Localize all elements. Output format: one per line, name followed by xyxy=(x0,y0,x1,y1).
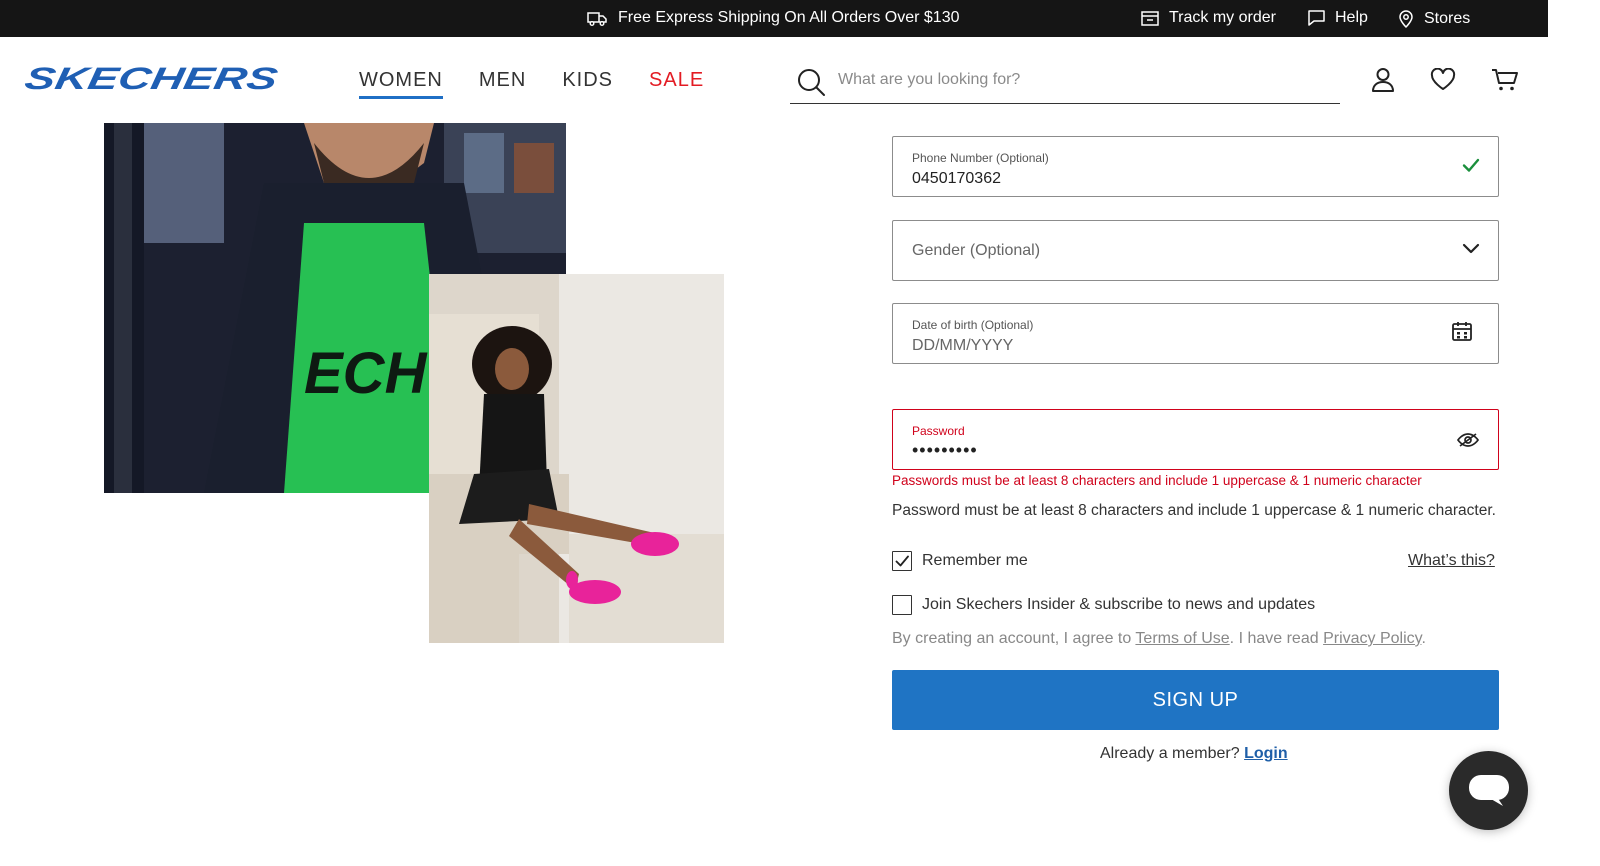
whats-this-link[interactable]: What’s this? xyxy=(1408,552,1495,570)
chat-icon xyxy=(1468,774,1509,806)
stores-link[interactable]: Stores xyxy=(1397,9,1470,29)
chat-bubble-icon xyxy=(1308,10,1325,26)
already-member-text: Already a member? xyxy=(1100,745,1240,762)
search-bar xyxy=(790,61,1340,104)
phone-value: 0450170362 xyxy=(912,170,1001,187)
terms-middle: . I have read xyxy=(1229,630,1324,647)
truck-icon xyxy=(587,12,607,26)
password-field[interactable]: Password ••••••••• xyxy=(892,409,1499,470)
right-gutter xyxy=(1548,0,1600,866)
dob-value: DD/MM/YYYY xyxy=(912,337,1014,354)
promo-bar: Free Express Shipping On All Orders Over… xyxy=(0,0,1548,37)
cart-icon[interactable] xyxy=(1491,67,1519,93)
lifestyle-image-woman xyxy=(429,274,724,643)
checkbox-check-icon xyxy=(895,555,909,567)
account-icon[interactable] xyxy=(1371,67,1395,93)
help-link[interactable]: Help xyxy=(1307,9,1368,27)
promo-text: Free Express Shipping On All Orders Over… xyxy=(618,9,960,26)
promo-message: Free Express Shipping On All Orders Over… xyxy=(586,9,960,27)
woman-photo-art xyxy=(429,274,724,643)
password-hint: Password must be at least 8 characters a… xyxy=(892,502,1496,519)
track-order-icon xyxy=(1141,11,1159,26)
skechers-logo[interactable]: SKECHERS xyxy=(24,63,280,93)
already-member: Already a member? Login xyxy=(1100,745,1288,763)
dob-field[interactable]: Date of birth (Optional) DD/MM/YYYY xyxy=(892,303,1499,364)
insider-checkbox[interactable] xyxy=(892,595,912,615)
nav-kids[interactable]: KIDS xyxy=(562,69,613,99)
search-icon[interactable] xyxy=(796,67,826,97)
track-order-link[interactable]: Track my order xyxy=(1140,9,1276,27)
privacy-policy-link[interactable]: Privacy Policy xyxy=(1323,630,1421,647)
remember-me-checkbox[interactable] xyxy=(892,551,912,571)
eye-hidden-icon[interactable] xyxy=(1457,432,1479,448)
track-order-label: Track my order xyxy=(1169,9,1276,26)
dob-label: Date of birth (Optional) xyxy=(912,318,1034,332)
remember-me-label: Remember me xyxy=(922,552,1028,569)
location-pin-icon xyxy=(1399,10,1413,29)
nav-sale[interactable]: SALE xyxy=(649,69,704,99)
checkmark-icon xyxy=(1462,158,1480,172)
main-nav: WOMEN MEN KIDS SALE xyxy=(359,69,704,99)
terms-text: By creating an account, I agree to Terms… xyxy=(892,630,1426,648)
gender-select[interactable]: Gender (Optional) xyxy=(892,220,1499,281)
calendar-icon[interactable] xyxy=(1451,320,1473,342)
chevron-down-icon xyxy=(1462,243,1480,254)
svg-text:ECH: ECH xyxy=(304,341,428,406)
svg-text:SKECHERS: SKECHERS xyxy=(24,63,280,93)
terms-suffix: . xyxy=(1421,630,1426,647)
nav-men[interactable]: MEN xyxy=(479,69,526,99)
phone-field[interactable]: Phone Number (Optional) 0450170362 xyxy=(892,136,1499,197)
terms-prefix: By creating an account, I agree to xyxy=(892,630,1136,647)
password-error: Passwords must be at least 8 characters … xyxy=(892,473,1422,488)
help-label: Help xyxy=(1335,9,1368,26)
stores-label: Stores xyxy=(1424,10,1471,27)
insider-row[interactable]: Join Skechers Insider & subscribe to new… xyxy=(892,595,1315,615)
insider-label: Join Skechers Insider & subscribe to new… xyxy=(922,596,1316,613)
chat-launcher-button[interactable] xyxy=(1449,751,1528,830)
phone-label: Phone Number (Optional) xyxy=(912,151,1049,165)
site-header: SKECHERS WOMEN MEN KIDS SALE xyxy=(0,37,1548,123)
terms-of-use-link[interactable]: Terms of Use xyxy=(1135,630,1229,647)
nav-women[interactable]: WOMEN xyxy=(359,69,443,99)
search-input[interactable] xyxy=(838,67,1328,93)
wishlist-heart-icon[interactable] xyxy=(1430,68,1456,91)
password-label: Password xyxy=(912,424,965,438)
sign-up-button[interactable]: SIGN UP xyxy=(892,670,1499,730)
remember-me-row[interactable]: Remember me xyxy=(892,551,1028,571)
gender-placeholder: Gender (Optional) xyxy=(912,242,1041,259)
login-link[interactable]: Login xyxy=(1244,745,1288,762)
password-value: ••••••••• xyxy=(912,440,978,460)
